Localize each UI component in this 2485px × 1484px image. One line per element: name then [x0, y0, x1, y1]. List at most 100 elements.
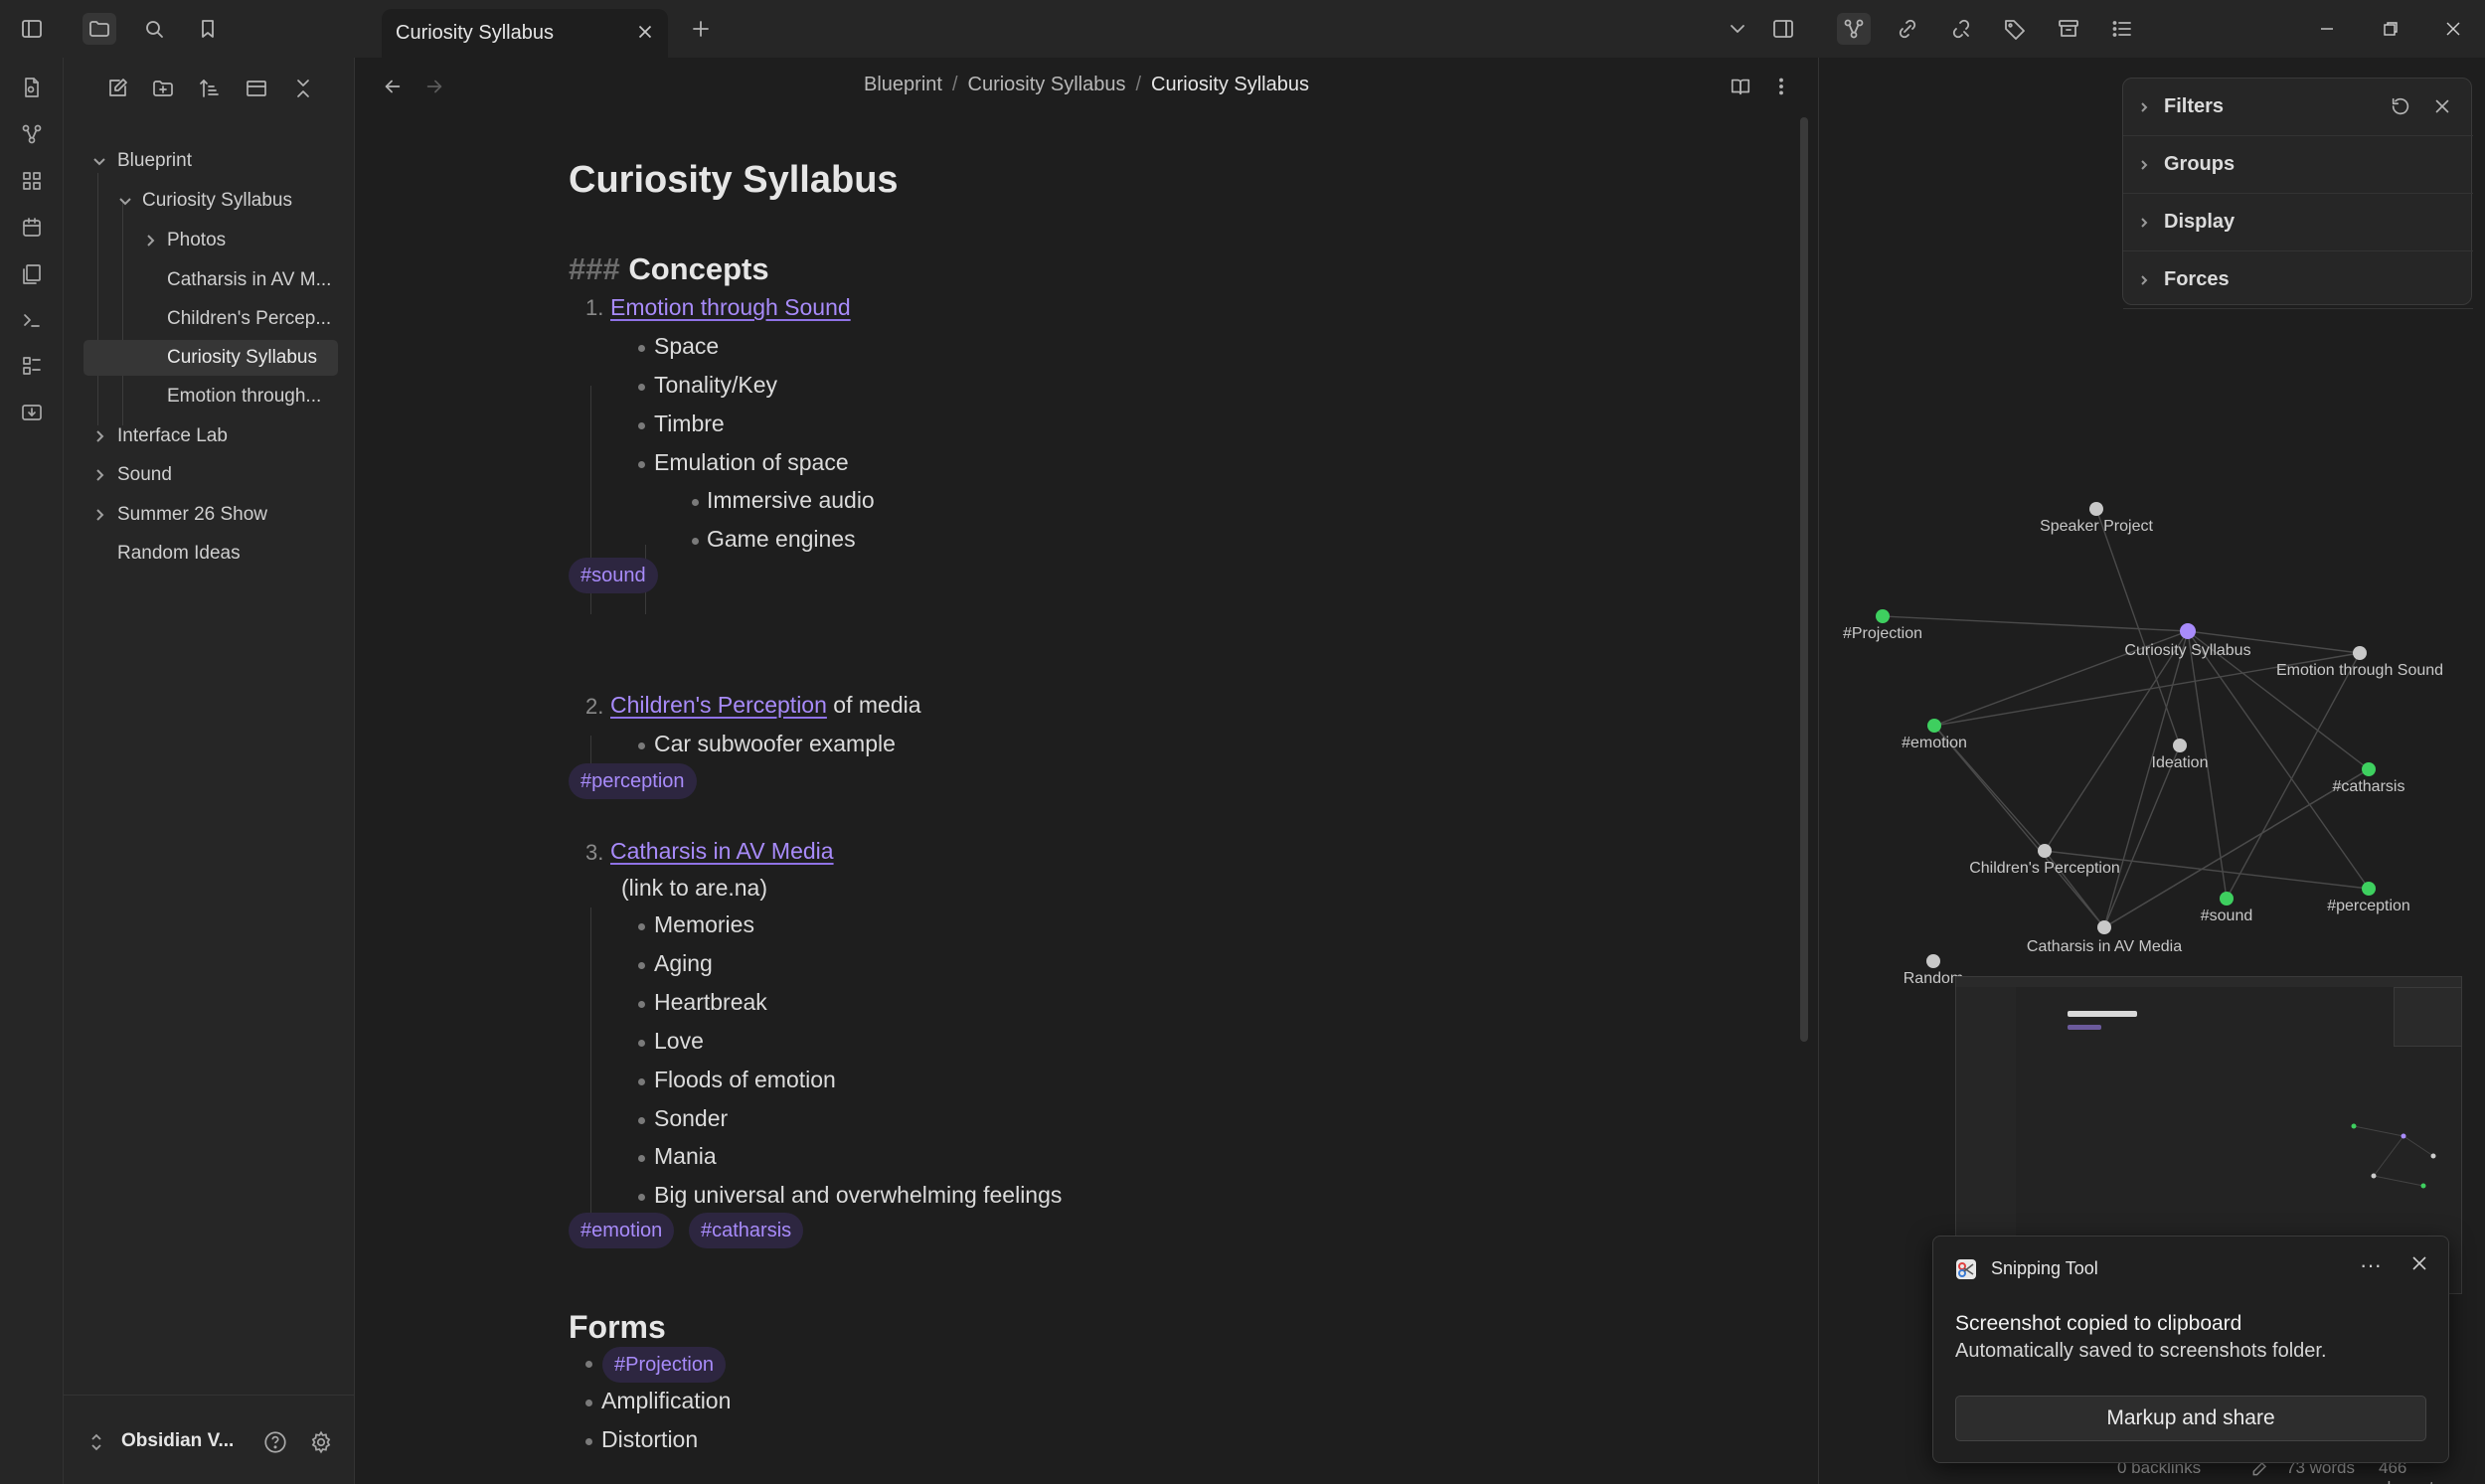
graph-node-dot[interactable]: [2362, 882, 2376, 896]
folder-sound[interactable]: Sound: [78, 457, 341, 493]
graph-node-children[interactable]: Children's Perception: [1969, 844, 2120, 877]
graph-forces-section[interactable]: Forces: [2123, 251, 2473, 309]
more-options-icon[interactable]: [1766, 72, 1796, 101]
minimize-window-icon[interactable]: [2299, 10, 2355, 48]
graph-node-emotion[interactable]: #emotion: [1902, 719, 1967, 751]
sort-icon[interactable]: [193, 72, 227, 105]
graph-node-sound[interactable]: #sound: [2201, 892, 2253, 924]
command-palette-icon[interactable]: [16, 304, 48, 336]
file-curiosity-syllabus[interactable]: Curiosity Syllabus: [83, 340, 338, 376]
file-childrens-perception[interactable]: Children's Percep...: [78, 301, 341, 337]
files-tab-icon[interactable]: [83, 13, 116, 45]
outgoing-links-icon[interactable]: [1944, 13, 1978, 45]
bullet-dot: [638, 461, 645, 468]
canvas-icon[interactable]: [16, 165, 48, 197]
new-tab-icon[interactable]: [684, 13, 718, 45]
file-catharsis[interactable]: Catharsis in AV M...: [78, 262, 341, 298]
more-options-icon[interactable]: ···: [2356, 1252, 2386, 1282]
outline-icon[interactable]: [2105, 13, 2139, 45]
templates-icon[interactable]: [16, 258, 48, 290]
graph-node-label: Catharsis in AV Media: [2027, 938, 2182, 955]
breadcrumb-current[interactable]: Curiosity Syllabus: [1151, 74, 1309, 95]
breadcrumb-item[interactable]: Blueprint: [864, 74, 942, 95]
tag-pill[interactable]: #sound: [569, 558, 658, 593]
graph-node-dot[interactable]: [2220, 892, 2234, 906]
graph-node-dot[interactable]: [2353, 646, 2367, 660]
graph-node-dot[interactable]: [2089, 502, 2103, 516]
file-emotion-through-sound[interactable]: Emotion through...: [78, 379, 341, 414]
folder-curiosity-syllabus[interactable]: Curiosity Syllabus: [78, 183, 341, 219]
graph-display-section[interactable]: Display: [2123, 194, 2473, 251]
collapse-all-icon[interactable]: [286, 72, 320, 105]
tag-pill[interactable]: #catharsis: [689, 1213, 804, 1248]
list-item: Catharsis in AV Media: [610, 838, 834, 865]
folder-summer-26-show[interactable]: Summer 26 Show: [78, 497, 341, 533]
graph-node-projection[interactable]: #Projection: [1843, 609, 1922, 642]
settings-gear-icon[interactable]: [308, 1429, 336, 1457]
list-item: Space: [654, 333, 720, 359]
search-icon[interactable]: [137, 13, 171, 45]
backlinks-icon[interactable]: [1891, 13, 1924, 45]
bases-icon[interactable]: [16, 350, 48, 382]
folder-photos[interactable]: Photos: [78, 223, 341, 258]
markup-and-share-button[interactable]: Markup and share: [1955, 1396, 2426, 1441]
graph-node-catharsis-av[interactable]: Catharsis in AV Media: [2027, 920, 2182, 955]
bookmark-icon[interactable]: [191, 13, 225, 45]
internal-link[interactable]: Catharsis in AV Media: [610, 838, 834, 864]
archive-icon[interactable]: [2052, 13, 2085, 45]
graph-node-speaker[interactable]: Speaker Project: [2040, 502, 2153, 535]
graph-nodes[interactable]: Speaker Project #Projection Curiosity Syll…: [1843, 502, 2443, 987]
graph-node-dot[interactable]: [1876, 609, 1890, 623]
graph-node-catharsis[interactable]: #catharsis: [2333, 762, 2405, 795]
graph-node-dot[interactable]: [2038, 844, 2052, 858]
editor-scrollbar[interactable]: [1800, 117, 1808, 1042]
graph-node-dot[interactable]: [2180, 623, 2196, 639]
toggle-right-sidebar-icon[interactable]: [1766, 13, 1800, 45]
graph-view-icon[interactable]: [16, 118, 48, 150]
graph-node-perception[interactable]: #perception: [2327, 882, 2410, 914]
graph-filters-section[interactable]: Filters: [2123, 79, 2473, 136]
vault-name[interactable]: Obsidian V...: [121, 1430, 234, 1452]
file-random-ideas[interactable]: Random Ideas: [78, 536, 341, 572]
folder-blueprint[interactable]: Blueprint: [78, 143, 341, 179]
open-note-icon[interactable]: [16, 72, 48, 103]
graph-node-dot[interactable]: [2362, 762, 2376, 776]
calendar-icon[interactable]: [16, 212, 48, 244]
tags-icon[interactable]: [1998, 13, 2032, 45]
help-icon[interactable]: [262, 1429, 290, 1457]
tag-pill[interactable]: #perception: [569, 763, 697, 799]
graph-node-dot[interactable]: [2173, 739, 2187, 752]
tab-list-chevron-icon[interactable]: [1721, 13, 1754, 45]
local-graph-icon[interactable]: [1837, 13, 1871, 45]
restore-window-icon[interactable]: [2363, 10, 2418, 48]
graph-node-label: #sound: [2201, 907, 2253, 924]
internal-link[interactable]: Emotion through Sound: [610, 294, 851, 320]
reading-view-icon[interactable]: [1726, 72, 1755, 101]
active-tab[interactable]: Curiosity Syllabus: [382, 9, 668, 58]
tag-pill[interactable]: #Projection: [602, 1347, 727, 1383]
bullet-dot: [638, 422, 645, 429]
close-panel-icon[interactable]: [2428, 92, 2456, 120]
toggle-left-sidebar-icon[interactable]: [15, 13, 49, 45]
restore-default-icon[interactable]: [2387, 92, 2414, 120]
vault-chevrons-icon[interactable]: [88, 1431, 104, 1453]
graph-node-dot[interactable]: [2097, 920, 2111, 934]
new-folder-icon[interactable]: [146, 72, 180, 105]
close-tab-icon[interactable]: [634, 21, 658, 45]
graph-node-dot[interactable]: [1927, 719, 1941, 733]
close-icon[interactable]: [2410, 1254, 2436, 1280]
new-note-icon[interactable]: [100, 72, 134, 105]
internal-link[interactable]: Children's Perception: [610, 692, 827, 718]
list-item: Car subwoofer example: [654, 731, 896, 756]
import-icon[interactable]: [16, 397, 48, 428]
graph-groups-section[interactable]: Groups: [2123, 136, 2473, 194]
folder-interface-lab[interactable]: Interface Lab: [78, 418, 341, 454]
graph-node-emotion-sound[interactable]: Emotion through Sound: [2276, 646, 2443, 679]
graph-node-dot[interactable]: [1926, 954, 1940, 968]
list-item: Heartbreak: [654, 989, 767, 1015]
auto-reveal-icon[interactable]: [240, 72, 273, 105]
tag-pill[interactable]: #emotion: [569, 1213, 675, 1248]
breadcrumb-item[interactable]: Curiosity Syllabus: [968, 74, 1126, 95]
close-window-icon[interactable]: [2425, 10, 2481, 48]
graph-node-ideation[interactable]: Ideation: [2152, 739, 2209, 771]
